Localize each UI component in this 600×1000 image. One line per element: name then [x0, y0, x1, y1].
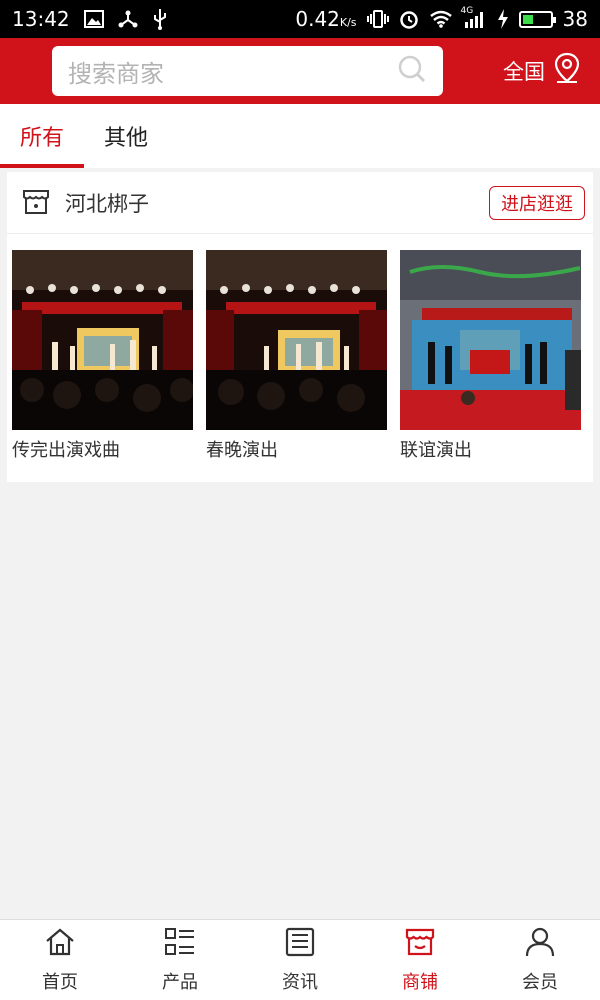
bottom-navigation: 首页 产品 资讯 商铺 会员: [0, 919, 600, 1000]
user-icon: [524, 927, 556, 962]
product-title: 联谊演出: [400, 440, 472, 461]
header-bar: 搜索商家 全国: [0, 38, 600, 104]
tab-other[interactable]: 其他: [84, 104, 168, 168]
category-tabs: 所有 其他: [0, 104, 600, 168]
product-title: 传完出演戏曲: [12, 440, 120, 461]
status-time: 13:42: [12, 7, 70, 31]
nav-home[interactable]: 首页: [0, 920, 120, 1000]
shop-name: 河北梆子: [65, 191, 149, 216]
vibrate-icon: [366, 9, 389, 29]
product-title: 春晚演出: [206, 440, 278, 461]
image-icon: [83, 10, 104, 28]
store-icon: [404, 927, 436, 962]
home-icon: [44, 927, 76, 962]
shop-header: 河北梆子 进店逛逛: [7, 172, 593, 234]
stage-photo-image: [400, 250, 581, 430]
share-icon: [118, 9, 138, 29]
product-item[interactable]: 传完出演戏曲: [12, 250, 193, 462]
search-icon[interactable]: [397, 54, 427, 88]
store-icon: [21, 186, 51, 220]
usb-icon: [152, 8, 168, 30]
stage-photo-image: [206, 250, 387, 430]
news-icon: [284, 927, 316, 962]
product-item[interactable]: 春晚演出: [206, 250, 387, 462]
charging-icon: [497, 9, 509, 29]
region-selector[interactable]: 全国: [503, 52, 581, 89]
status-bar: 13:42 0.42K/s 4G 38: [0, 0, 600, 38]
tab-all[interactable]: 所有: [0, 104, 84, 168]
product-item[interactable]: 联谊演出: [400, 250, 581, 462]
stage-photo-image: [12, 250, 193, 430]
signal-icon: 4G: [461, 6, 487, 28]
nav-stores[interactable]: 商铺: [360, 920, 480, 1000]
visit-shop-button[interactable]: 进店逛逛: [489, 185, 585, 220]
nav-products[interactable]: 产品: [120, 920, 240, 1000]
battery-icon: [518, 10, 556, 28]
wifi-icon: [429, 10, 453, 28]
location-pin-icon: [553, 52, 581, 89]
alarm-icon: [399, 9, 419, 29]
region-label: 全国: [503, 59, 545, 84]
shop-items: 传完出演戏曲 春晚演出 联谊演出: [7, 234, 593, 462]
grid-list-icon: [164, 927, 196, 962]
network-speed: 0.42K/s: [295, 7, 357, 31]
nav-member[interactable]: 会员: [480, 920, 600, 1000]
battery-level: 38: [562, 7, 588, 31]
search-input[interactable]: 搜索商家: [52, 46, 443, 96]
shop-card: 河北梆子 进店逛逛 传完出演戏曲 春晚演出 联谊演出: [7, 172, 593, 482]
nav-news[interactable]: 资讯: [240, 920, 360, 1000]
search-placeholder: 搜索商家: [68, 59, 164, 88]
